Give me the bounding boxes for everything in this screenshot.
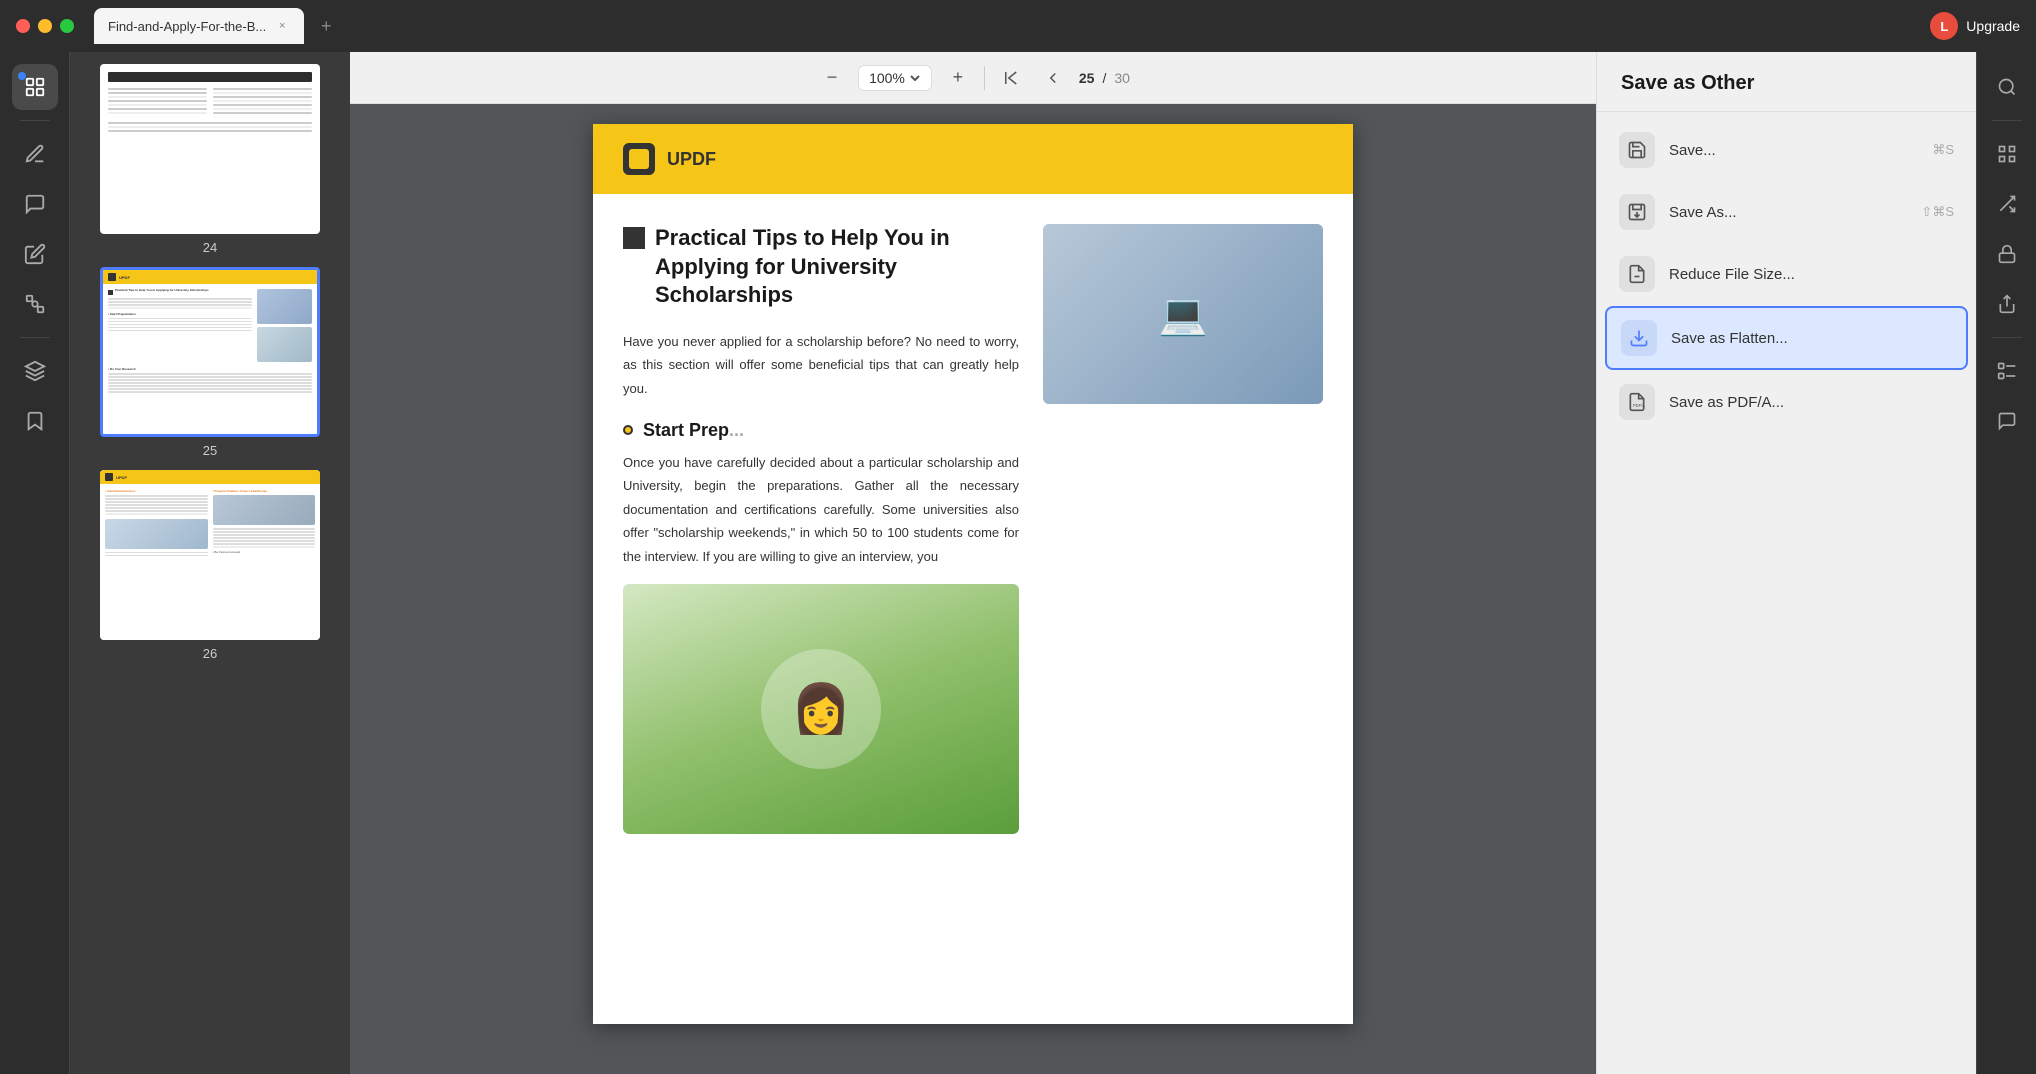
pdf-right-column: 💻 xyxy=(1043,224,1323,834)
reduce-file-size-icon xyxy=(1619,256,1655,292)
right-sidebar-icon-organize[interactable] xyxy=(1984,348,2030,394)
updf-logo-inner xyxy=(629,149,649,169)
pdf-title-block: Practical Tips to Help You in Applying f… xyxy=(623,224,1019,310)
menu-item-reduce-file-size[interactable]: Reduce File Size... xyxy=(1605,244,1968,304)
menu-item-save-as-flatten[interactable]: Save as Flatten... xyxy=(1605,306,1968,370)
page-navigation: 25 / 30 xyxy=(1079,70,1130,86)
current-page: 25 xyxy=(1079,70,1095,86)
save-as-shortcut: ⇧⌘S xyxy=(1921,204,1954,220)
content-area[interactable]: UPDF Practical Tips to Help You in Apply… xyxy=(350,104,1596,1074)
right-sidebar-icon-ocr[interactable] xyxy=(1984,131,2030,177)
right-panel-header: Save as Other xyxy=(1597,52,1976,112)
thumbnail-item-26: UPDF • Add Distinctiveness xyxy=(82,470,338,661)
svg-text:PDF/A: PDF/A xyxy=(1633,403,1645,408)
total-pages: 30 xyxy=(1114,70,1130,86)
prev-page-button[interactable] xyxy=(1037,62,1069,94)
save-as-pdfa-icon: PDF/A xyxy=(1619,384,1655,420)
thumbnail-item-25: UPDF Practical Tips to Help You in Apply… xyxy=(82,267,338,458)
close-window-button[interactable] xyxy=(16,19,30,33)
user-avatar: L xyxy=(1930,12,1958,40)
upgrade-button[interactable]: L Upgrade xyxy=(1930,12,2020,40)
right-sidebar-icon-search[interactable] xyxy=(1984,64,2030,110)
pdf-right-image: 💻 xyxy=(1043,224,1323,404)
right-panel-menu: Save... ⌘S Save As... ⇧⌘S xyxy=(1597,112,1976,440)
thumbnail-page-num-26: 26 xyxy=(203,646,217,661)
reduce-file-size-label: Reduce File Size... xyxy=(1669,266,1940,283)
upgrade-label: Upgrade xyxy=(1966,18,2020,34)
pdf-section-start-prep: Start Prep... xyxy=(623,420,1019,441)
right-sidebar-icon-share[interactable] xyxy=(1984,281,2030,327)
pdf-body: Practical Tips to Help You in Applying f… xyxy=(593,194,1353,864)
thumbnail-page-26[interactable]: UPDF • Add Distinctiveness xyxy=(100,470,320,640)
sidebar-icon-comment[interactable] xyxy=(12,181,58,227)
pdf-bottom-image: 👩 xyxy=(623,584,1019,834)
sidebar-icon-annotate[interactable] xyxy=(12,131,58,177)
sidebar-icon-bookmark[interactable] xyxy=(12,398,58,444)
save-as-pdfa-label: Save as PDF/A... xyxy=(1669,394,1940,411)
pdf-left-column: Practical Tips to Help You in Applying f… xyxy=(623,224,1019,834)
save-as-flatten-label: Save as Flatten... xyxy=(1671,330,1938,347)
sidebar-icon-thumbnails[interactable] xyxy=(12,64,58,110)
new-tab-button[interactable]: + xyxy=(312,12,340,40)
pdf-title: Practical Tips to Help You in Applying f… xyxy=(655,224,1019,310)
maximize-window-button[interactable] xyxy=(60,19,74,33)
active-tab[interactable]: Find-and-Apply-For-the-B... × xyxy=(94,8,304,44)
thumbnail-page-num-24: 24 xyxy=(203,240,217,255)
updf-logo-box xyxy=(623,143,655,175)
zoom-out-button[interactable]: − xyxy=(816,62,848,94)
tab-title: Find-and-Apply-For-the-B... xyxy=(108,19,266,34)
zoom-in-button[interactable]: + xyxy=(942,62,974,94)
minimize-window-button[interactable] xyxy=(38,19,52,33)
save-icon xyxy=(1619,132,1655,168)
bullet-circle xyxy=(623,425,633,435)
thumbnail-page-24[interactable] xyxy=(100,64,320,234)
main-area: 24 UPDF Practical Tips to Help You in Ap… xyxy=(0,52,2036,1074)
content-wrapper: − 100% + 25 / 30 xyxy=(350,52,1596,1074)
save-as-flatten-icon xyxy=(1621,320,1657,356)
toolbar: − 100% + 25 / 30 xyxy=(350,52,1596,104)
right-sidebar-icon-convert[interactable] xyxy=(1984,181,2030,227)
right-sidebar-icon-chat[interactable] xyxy=(1984,398,2030,444)
zoom-level: 100% xyxy=(869,70,905,86)
active-indicator xyxy=(18,72,26,80)
page-separator: / xyxy=(1102,70,1106,86)
right-sidebar xyxy=(1976,52,2036,1074)
traffic-lights xyxy=(16,19,74,33)
menu-item-save-as[interactable]: Save As... ⇧⌘S xyxy=(1605,182,1968,242)
right-sidebar-divider-2 xyxy=(1992,337,2022,338)
thumbnail-page-25[interactable]: UPDF Practical Tips to Help You in Apply… xyxy=(100,267,320,437)
pdf-header: UPDF xyxy=(593,124,1353,194)
sidebar-divider-1 xyxy=(20,120,50,121)
thumbnail-item-24: 24 xyxy=(82,64,338,255)
updf-logo-text: UPDF xyxy=(667,149,716,170)
sidebar-icon-shapes[interactable] xyxy=(12,281,58,327)
save-label: Save... xyxy=(1669,142,1918,159)
right-panel: Save as Other Save... ⌘S xyxy=(1596,52,1976,1074)
pdf-page: UPDF Practical Tips to Help You in Apply… xyxy=(593,124,1353,1024)
save-shortcut: ⌘S xyxy=(1932,142,1954,158)
toolbar-divider xyxy=(984,66,985,90)
right-sidebar-divider-1 xyxy=(1992,120,2022,121)
save-as-label: Save As... xyxy=(1669,204,1907,221)
tab-close-button[interactable]: × xyxy=(274,18,290,34)
menu-item-save[interactable]: Save... ⌘S xyxy=(1605,120,1968,180)
menu-item-save-as-pdfa[interactable]: PDF/A Save as PDF/A... xyxy=(1605,372,1968,432)
save-as-icon xyxy=(1619,194,1655,230)
zoom-display[interactable]: 100% xyxy=(858,65,932,91)
tab-bar: Find-and-Apply-For-the-B... × + xyxy=(94,8,340,44)
pdf-section-start-prep-text: Once you have carefully decided about a … xyxy=(623,451,1019,568)
toolbar-controls: − 100% + 25 / 30 xyxy=(816,62,1130,94)
titlebar: Find-and-Apply-For-the-B... × + L Upgrad… xyxy=(0,0,2036,52)
title-icon xyxy=(623,227,645,249)
first-page-button[interactable] xyxy=(995,62,1027,94)
sidebar-icon-layers[interactable] xyxy=(12,348,58,394)
sidebar-divider-2 xyxy=(20,337,50,338)
section-title-start-prep: Start Prep... xyxy=(643,420,744,441)
pdf-intro-text: Have you never applied for a scholarship… xyxy=(623,330,1019,400)
thumbnail-page-num-25: 25 xyxy=(203,443,217,458)
right-sidebar-icon-protect[interactable] xyxy=(1984,231,2030,277)
sidebar-icon-edit[interactable] xyxy=(12,231,58,277)
left-sidebar xyxy=(0,52,70,1074)
thumbnail-panel: 24 UPDF Practical Tips to Help You in Ap… xyxy=(70,52,350,1074)
